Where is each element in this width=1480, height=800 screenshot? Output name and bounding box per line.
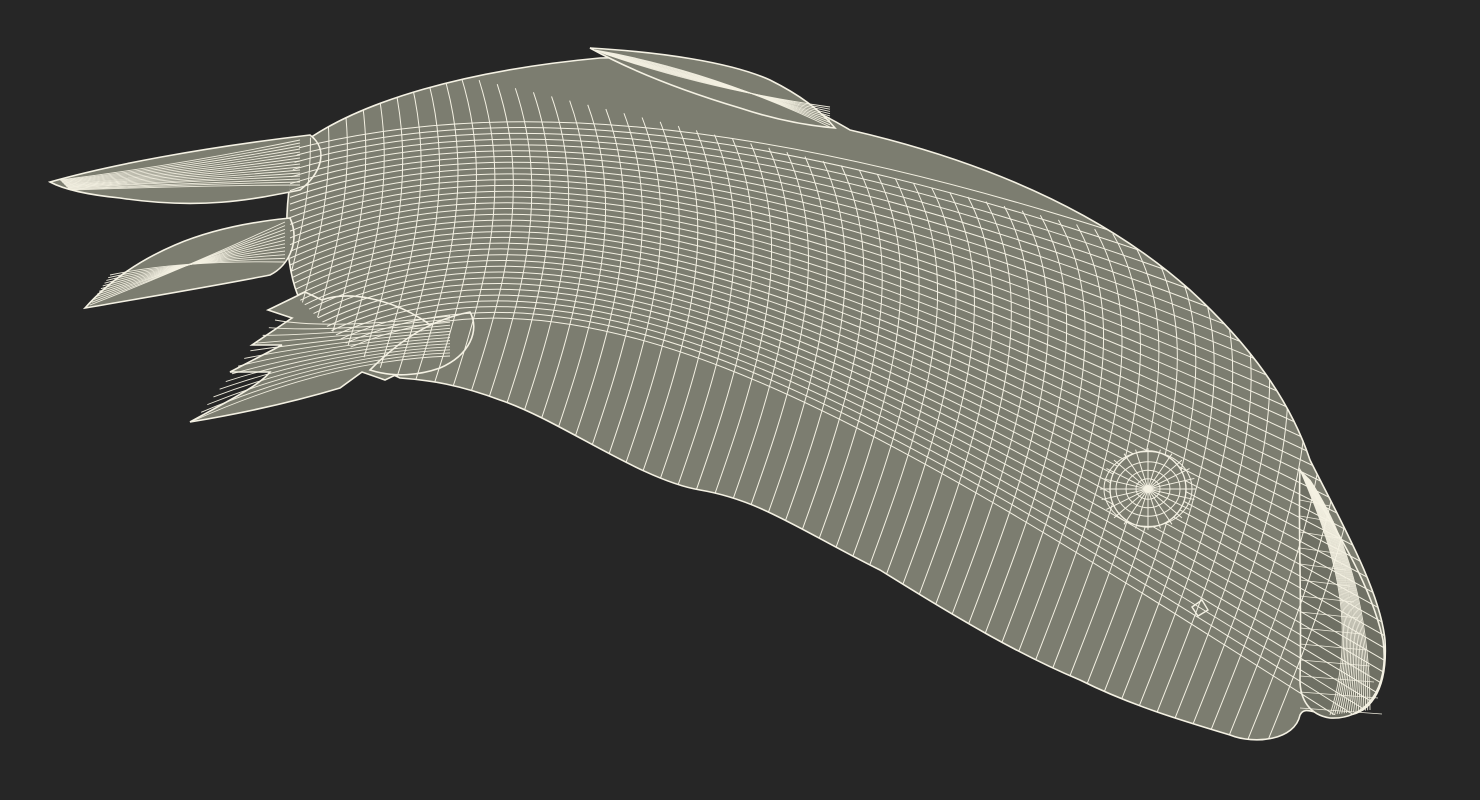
eye-pupil (1144, 485, 1152, 493)
fish-body (286, 57, 1387, 741)
eye-icon (1100, 448, 1196, 530)
fish-wireframe-render (47, 47, 1387, 741)
3d-viewport (0, 0, 1480, 800)
